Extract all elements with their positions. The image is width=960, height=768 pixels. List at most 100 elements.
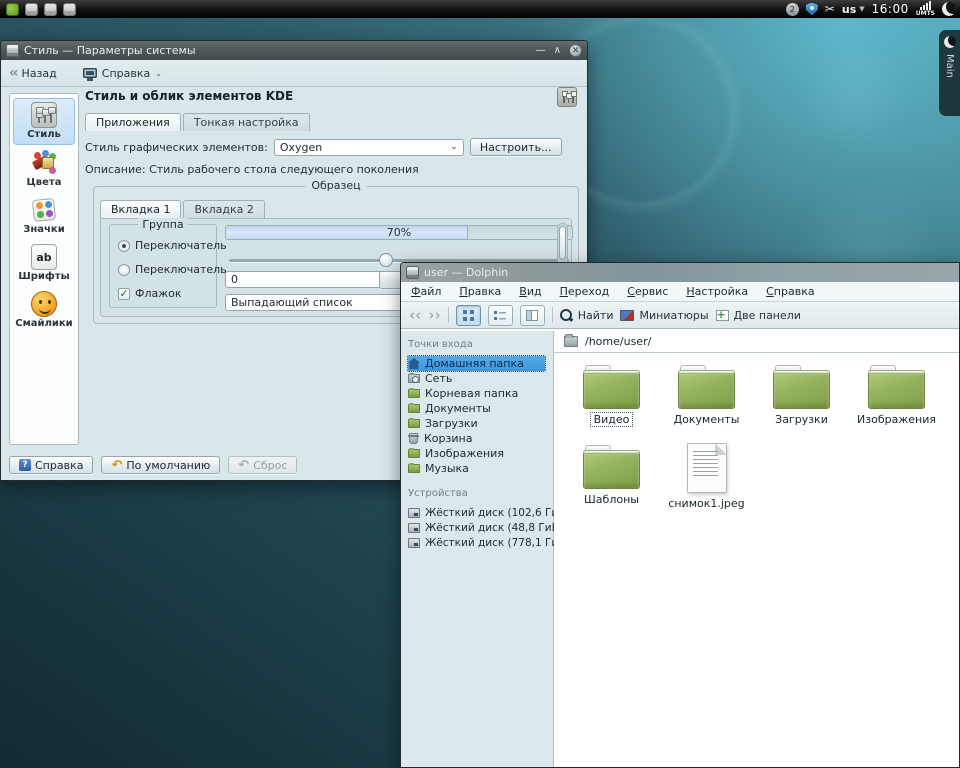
tray-badge[interactable]: 2 <box>786 3 799 16</box>
location-bar[interactable]: /home/user/ <box>554 331 959 353</box>
forward-arrow-icon[interactable]: ›› <box>428 306 440 324</box>
place-root[interactable]: Корневая папка <box>408 386 553 401</box>
folder-icon <box>408 404 420 413</box>
sidebar-item-label: Смайлики <box>15 318 72 329</box>
previews-button[interactable]: Миниатюры <box>620 309 708 322</box>
device-disk-1[interactable]: Жёсткий диск (102,6 ГиБ) <box>408 505 553 520</box>
place-documents[interactable]: Документы <box>408 401 553 416</box>
activity-tab[interactable]: Main <box>939 30 960 116</box>
menu-view[interactable]: Вид <box>519 285 541 298</box>
columns-view-button[interactable] <box>520 305 545 326</box>
sidebar-item-emoticons[interactable]: Смайлики <box>13 288 75 333</box>
close-button[interactable]: ✕ <box>569 44 582 57</box>
settings-toolbar: ‹‹ Назад Справка ⌄ <box>1 60 587 87</box>
place-trash[interactable]: Корзина <box>408 431 553 446</box>
launcher-icon-2[interactable] <box>44 3 57 16</box>
icons-view-button[interactable] <box>456 305 481 326</box>
sliders-icon <box>31 102 57 128</box>
help-footer-button[interactable]: ? Справка <box>9 456 93 474</box>
widget-style-select[interactable]: Oxygen ⌄ <box>274 139 464 156</box>
file-item-pictures[interactable]: Изображения <box>849 361 944 441</box>
minimize-button[interactable]: — <box>536 46 546 56</box>
details-view-button[interactable] <box>488 305 513 326</box>
clock[interactable]: 16:00 <box>872 2 909 16</box>
split-label: Две панели <box>734 309 801 322</box>
radio-on-icon[interactable] <box>118 240 130 252</box>
preview-tab-2[interactable]: Вкладка 2 <box>183 200 264 218</box>
settings-titlebar[interactable]: Стиль — Параметры системы — ∧ ✕ <box>1 41 587 60</box>
configure-button[interactable]: Настроить... <box>470 138 562 156</box>
file-item-snapshot[interactable]: снимок1.jpeg <box>659 441 754 521</box>
find-button[interactable]: Найти <box>560 309 614 322</box>
place-pictures[interactable]: Изображения <box>408 446 553 461</box>
help-button[interactable]: Справка ⌄ <box>83 67 162 80</box>
file-item-downloads[interactable]: Загрузки <box>754 361 849 441</box>
place-label: Корневая папка <box>425 387 518 400</box>
activity-label: Main <box>944 54 955 78</box>
folder-icon <box>408 449 420 458</box>
back-arrow-icon[interactable]: ‹‹ <box>409 306 421 324</box>
dolphin-window-title: user — Dolphin <box>424 266 508 279</box>
dolphin-window-icon <box>406 266 419 279</box>
preview-spinbox[interactable]: 0 ⌃⌄ <box>225 271 399 288</box>
reset-button[interactable]: ↶ Сброс <box>228 456 297 474</box>
file-item-video[interactable]: Видео <box>564 361 659 441</box>
place-network[interactable]: Сеть <box>408 371 553 386</box>
menu-settings[interactable]: Настройка <box>686 285 748 298</box>
maximize-button[interactable]: ∧ <box>554 46 561 56</box>
sidebar-item-style[interactable]: Стиль <box>13 98 75 145</box>
split-button[interactable]: Две панели <box>716 309 801 322</box>
tab-applications[interactable]: Приложения <box>85 113 181 131</box>
defaults-button[interactable]: ↶ По умолчанию <box>101 456 220 474</box>
place-label: Корзина <box>424 432 472 445</box>
file-view: /home/user/ Видео Документы <box>554 331 959 767</box>
radio-off-icon[interactable] <box>118 264 130 276</box>
menu-go[interactable]: Переход <box>560 285 610 298</box>
slider-handle-icon[interactable] <box>379 253 393 267</box>
launcher-icon-3[interactable] <box>63 3 76 16</box>
device-disk-2[interactable]: Жёсткий диск (48,8 ГиБ) <box>408 520 553 535</box>
file-item-documents[interactable]: Документы <box>659 361 754 441</box>
folder-icon <box>678 365 735 409</box>
menu-edit[interactable]: Правка <box>459 285 501 298</box>
menu-file[interactable]: Файл <box>411 285 441 298</box>
device-disk-3[interactable]: Жёсткий диск (778,1 ГиБ) <box>408 535 553 550</box>
clipboard-scissors-icon[interactable]: ✂ <box>825 3 835 15</box>
widget-style-value: Oxygen <box>280 141 322 154</box>
dolphin-toolbar: ‹‹ ›› Найти Миниатюры Две панели <box>401 302 959 329</box>
menu-tools[interactable]: Сервис <box>627 285 668 298</box>
menu-help[interactable]: Справка <box>766 285 814 298</box>
devices-header: Устройства <box>408 488 553 499</box>
monitor-icon <box>83 68 97 78</box>
search-icon <box>560 309 573 322</box>
network-signal-indicator[interactable]: UMTS <box>916 2 935 17</box>
folder-icon <box>583 445 640 489</box>
dolphin-titlebar[interactable]: user — Dolphin <box>401 263 959 282</box>
launcher-icon-1[interactable] <box>25 3 38 16</box>
sidebar-item-icons[interactable]: Значки <box>13 194 75 239</box>
checkbox-checked-icon[interactable]: ✓ <box>118 288 130 300</box>
file-label: Документы <box>671 413 743 426</box>
checkbox-label: Флажок <box>135 287 182 300</box>
place-downloads[interactable]: Загрузки <box>408 416 553 431</box>
sidebar-item-fonts[interactable]: ab Шрифты <box>13 241 75 286</box>
chevron-down-icon: ▼ <box>859 5 864 13</box>
back-button[interactable]: ‹‹ Назад <box>9 65 57 81</box>
document-icon <box>687 443 727 493</box>
file-item-templates[interactable]: Шаблоны <box>564 441 659 521</box>
mint-menu-icon[interactable] <box>6 3 19 16</box>
shield-icon[interactable] <box>806 3 818 16</box>
plasma-cashew-icon[interactable] <box>942 2 956 16</box>
settings-sidebar: Стиль Цвета Значки ab Шрифты <box>9 93 79 445</box>
tab-fine-tuning[interactable]: Тонкая настройка <box>183 113 310 131</box>
sidebar-item-colors[interactable]: Цвета <box>13 147 75 192</box>
place-music[interactable]: Музыка <box>408 461 553 476</box>
preview-tab-1[interactable]: Вкладка 1 <box>100 200 181 218</box>
keyboard-layout-indicator[interactable]: us ▼ <box>842 3 865 16</box>
harddisk-icon <box>408 508 420 518</box>
network-icon <box>408 374 420 383</box>
folder-icon <box>868 365 925 409</box>
folder-icon <box>564 336 578 347</box>
place-home[interactable]: Домашняя папка <box>408 356 545 371</box>
place-label: Изображения <box>425 447 504 460</box>
